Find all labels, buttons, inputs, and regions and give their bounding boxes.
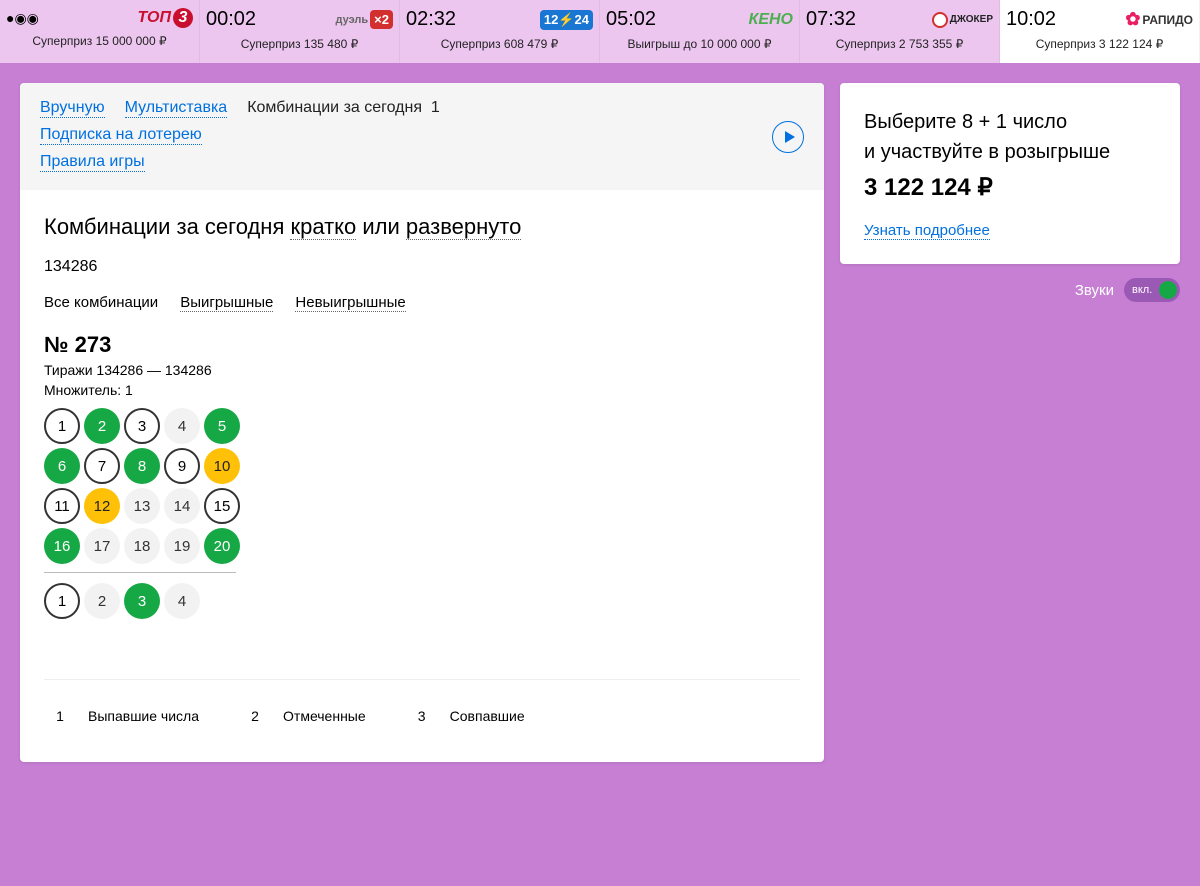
game-tab-sub: Суперприз 3 122 124 ₽	[1006, 37, 1193, 51]
number-cell: 3	[124, 408, 160, 444]
tab-multi[interactable]: Мультиставка	[125, 99, 228, 118]
game-tab-time: 00:02	[206, 8, 256, 31]
game-tab-sub: Суперприз 2 753 355 ₽	[806, 37, 993, 51]
joker-logo: ДЖОКЕР	[932, 12, 993, 28]
number-cell: 11	[44, 488, 80, 524]
game-tab-time: 10:02	[1006, 8, 1056, 31]
game-tab-time: 05:02	[606, 8, 656, 31]
side-panel: Выберите 8 + 1 число и участвуйте в розы…	[840, 83, 1180, 762]
game-tab-time: 07:32	[806, 8, 856, 31]
number-cell: 9	[164, 448, 200, 484]
view-expanded[interactable]: развернуто	[406, 214, 521, 240]
sound-toggle[interactable]: вкл.	[1124, 278, 1180, 302]
game-tab-rapido[interactable]: 10:02 ✿ РАПИДО Суперприз 3 122 124 ₽	[1000, 0, 1200, 63]
number-cell: 10	[204, 448, 240, 484]
legend-drawn: 1 Выпавшие числа	[44, 700, 199, 732]
play-button[interactable]	[772, 121, 804, 153]
tab-manual[interactable]: Вручную	[40, 99, 105, 118]
bonus-grid: 1234	[44, 573, 800, 619]
number-cell: 19	[164, 528, 200, 564]
sound-row: Звуки вкл.	[840, 278, 1180, 302]
number-cell: 12	[84, 488, 120, 524]
sound-label: Звуки	[1075, 282, 1114, 299]
legend: 1 Выпавшие числа 2 Отмеченные 3 Совпавши…	[44, 679, 800, 732]
section-title: Комбинации за сегодня кратко или разверн…	[44, 214, 800, 240]
tabs-header: Вручную Мультиставка Комбинации за сегод…	[20, 83, 824, 190]
lottery-tabs: ●◉◉ ТОП3 Суперприз 15 000 000 ₽ 00:02 ду…	[0, 0, 1200, 63]
number-cell: 15	[204, 488, 240, 524]
filter-win[interactable]: Выигрышные	[180, 294, 273, 312]
duel-logo: дуэль ×2	[336, 10, 393, 29]
number-cell: 20	[204, 528, 240, 564]
filter-all[interactable]: Все комбинации	[44, 294, 158, 312]
number-cell: 16	[44, 528, 80, 564]
filter-row: Все комбинации Выигрышные Невыигрышные	[44, 294, 800, 312]
number-cell: 17	[84, 528, 120, 564]
number-cell: 14	[164, 488, 200, 524]
game-tab-joker[interactable]: 07:32 ДЖОКЕР Суперприз 2 753 355 ₽	[800, 0, 1000, 63]
draw-id: 134286	[44, 258, 800, 276]
legend-drawn-icon: 1	[44, 700, 76, 732]
1224-logo: 12⚡24	[540, 10, 593, 30]
legend-marked: 2 Отмеченные	[239, 700, 366, 732]
promo-box: Выберите 8 + 1 число и участвуйте в розы…	[840, 83, 1180, 264]
legend-matched-icon: 3	[406, 700, 438, 732]
bonus-cell: 3	[124, 583, 160, 619]
ticket-number: № 273	[44, 332, 800, 358]
number-cell: 8	[124, 448, 160, 484]
game-tab-sub: Суперприз 135 480 ₽	[206, 37, 393, 51]
number-cell: 5	[204, 408, 240, 444]
top3-logo: ТОП3	[137, 8, 193, 28]
number-cell: 1	[44, 408, 80, 444]
link-subscribe[interactable]: Подписка на лотерею	[40, 126, 202, 145]
view-brief[interactable]: кратко	[290, 214, 356, 240]
game-tab-sub: Выигрыш до 10 000 000 ₽	[606, 37, 793, 51]
link-rules[interactable]: Правила игры	[40, 153, 145, 172]
main-panel: Вручную Мультиставка Комбинации за сегод…	[20, 83, 824, 762]
number-cell: 2	[84, 408, 120, 444]
game-tab-keno[interactable]: 05:02 КЕНО Выигрыш до 10 000 000 ₽	[600, 0, 800, 63]
number-cell: 4	[164, 408, 200, 444]
game-tab-1224[interactable]: 02:32 12⚡24 Суперприз 608 479 ₽	[400, 0, 600, 63]
number-cell: 7	[84, 448, 120, 484]
keno-logo: КЕНО	[748, 11, 793, 29]
bonus-cell: 1	[44, 583, 80, 619]
game-tab-time: 02:32	[406, 8, 456, 31]
promo-learn-more[interactable]: Узнать подробнее	[864, 222, 990, 240]
ticket-multiplier: Множитель: 1	[44, 382, 800, 398]
legend-matched: 3 Совпавшие	[406, 700, 525, 732]
tab-today[interactable]: Комбинации за сегодня 1	[247, 99, 440, 118]
promo-title: Выберите 8 + 1 число и участвуйте в розы…	[864, 107, 1156, 167]
number-cell: 18	[124, 528, 160, 564]
toggle-knob	[1159, 281, 1177, 299]
game-tab-sub: Суперприз 15 000 000 ₽	[6, 34, 193, 48]
filter-lose[interactable]: Невыигрышные	[295, 294, 405, 312]
legend-marked-icon: 2	[239, 700, 271, 732]
game-tab-top3[interactable]: ●◉◉ ТОП3 Суперприз 15 000 000 ₽	[0, 0, 200, 63]
bonus-cell: 2	[84, 583, 120, 619]
game-tab-sub: Суперприз 608 479 ₽	[406, 37, 593, 51]
number-cell: 6	[44, 448, 80, 484]
number-grid: 1234567891011121314151617181920	[44, 408, 800, 564]
rapido-logo: ✿ РАПИДО	[1125, 9, 1193, 30]
bonus-cell: 4	[164, 583, 200, 619]
ticket-range: Тиражи 134286 — 134286	[44, 362, 800, 378]
balls-icon: ●◉◉	[6, 10, 39, 27]
promo-prize: 3 122 124 ₽	[864, 173, 1156, 202]
number-cell: 13	[124, 488, 160, 524]
game-tab-duel[interactable]: 00:02 дуэль ×2 Суперприз 135 480 ₽	[200, 0, 400, 63]
